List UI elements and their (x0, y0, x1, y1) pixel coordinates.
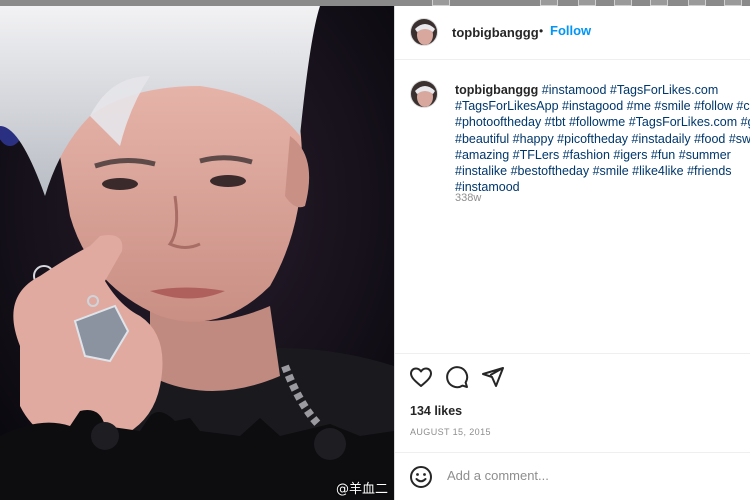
caption-hashtags[interactable]: #instamood #TagsForLikes.com #TagsForLik… (455, 83, 750, 194)
separator-dot: • (539, 24, 544, 38)
heart-icon[interactable] (409, 365, 433, 389)
photo-watermark: @羊血二 (335, 482, 388, 497)
likes-count[interactable]: 134 likes (410, 404, 462, 418)
post-photo[interactable]: @羊血二 (0, 6, 394, 500)
avatar-image (411, 19, 437, 45)
comment-bar (395, 452, 750, 501)
actions-divider (395, 353, 750, 355)
concert-photo-image (0, 6, 394, 500)
comment-input[interactable] (445, 467, 739, 484)
comment-bubble-icon[interactable] (445, 365, 469, 389)
post-caption: topbigbanggg #instamood #TagsForLikes.co… (455, 82, 750, 195)
paper-plane-icon[interactable] (481, 365, 505, 389)
post-sidebar: topbigbanggg • Follow topbigbanggg #inst… (394, 6, 750, 500)
caption-time-ago: 338w (455, 192, 482, 204)
post-username[interactable]: topbigbanggg (452, 25, 539, 40)
caption-avatar[interactable] (410, 80, 438, 108)
avatar[interactable] (410, 18, 438, 46)
post-header: topbigbanggg • Follow (395, 6, 750, 60)
follow-button[interactable]: Follow (550, 23, 591, 38)
smiley-icon[interactable] (409, 465, 433, 489)
caption-username[interactable]: topbigbanggg (455, 83, 538, 97)
post-date: AUGUST 15, 2015 (410, 427, 491, 437)
avatar-image (411, 81, 437, 107)
